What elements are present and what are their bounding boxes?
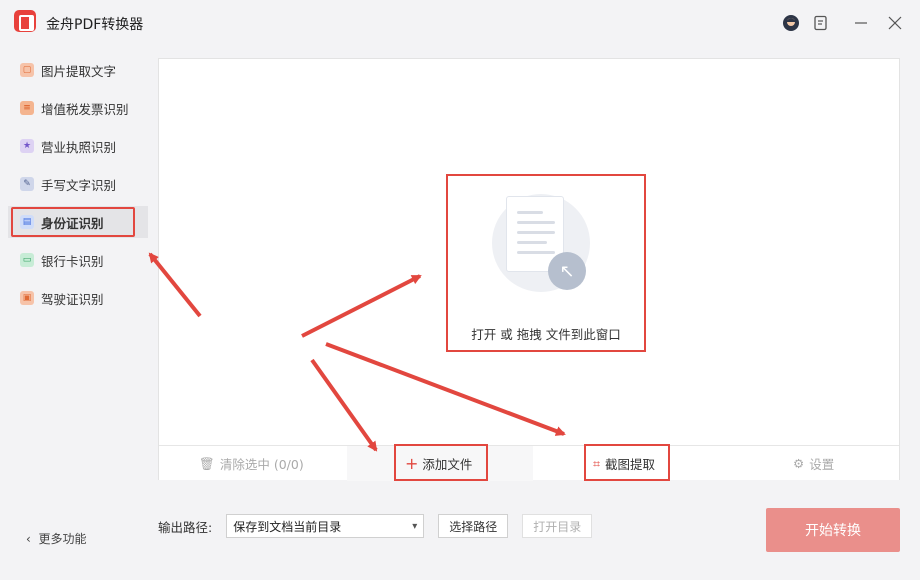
settings-label: 设置 (809, 457, 835, 472)
chevron-left-icon: ‹ (26, 532, 31, 546)
highlight-box (394, 444, 488, 481)
bank-card-icon: ▭ (20, 253, 34, 267)
sidebar-item-label: 手写文字识别 (41, 177, 117, 193)
license-star-icon: ★ (20, 139, 34, 153)
output-path-value: 保存到文档当前目录 (233, 519, 342, 534)
user-avatar-icon[interactable] (782, 14, 800, 32)
action-bar: 🗑 清除选中 (0/0) + 添加文件 ⌗ 截图提取 ⚙ 设置 (159, 444, 899, 481)
drop-zone[interactable]: ↖ 打开 或 拖拽 文件到此窗口 (446, 174, 646, 352)
file-panel[interactable]: ↖ 打开 或 拖拽 文件到此窗口 🗑 清除选中 (0/0) + 添加文件 ⌗ 截… (158, 58, 900, 481)
trash-icon: 🗑 (199, 455, 215, 471)
close-icon[interactable] (886, 14, 904, 32)
sidebar-item-handwriting[interactable]: ✎ 手写文字识别 (8, 168, 148, 200)
output-path-select[interactable]: 保存到文档当前目录 ▾ (226, 514, 425, 538)
upload-arrow-icon: ↖ (548, 252, 586, 290)
highlight-box (584, 444, 670, 481)
image-text-icon: ▢ (20, 63, 34, 77)
highlight-box (11, 207, 135, 237)
clear-selected-label: 清除选中 (0/0) (219, 457, 304, 472)
sidebar-item-label: 增值税发票识别 (41, 101, 129, 117)
sidebar-item-vat-invoice[interactable]: ≡ 增值税发票识别 (8, 92, 148, 124)
choose-path-button[interactable]: 选择路径 (438, 514, 509, 538)
app-logo-icon (14, 10, 36, 32)
sidebar: ▢ 图片提取文字 ≡ 增值税发票识别 ★ 营业执照识别 ✎ 手写文字识别 ▤ 身… (8, 54, 148, 320)
sidebar-item-driver-license[interactable]: ▣ 驾驶证识别 (8, 282, 148, 314)
open-folder-button[interactable]: 打开目录 (522, 514, 593, 538)
sidebar-item-business-license[interactable]: ★ 营业执照识别 (8, 130, 148, 162)
chevron-down-icon: ▾ (412, 520, 418, 532)
settings-button[interactable]: ⚙ 设置 (793, 446, 834, 481)
more-features-link[interactable]: ‹ 更多功能 (26, 530, 86, 547)
title-bar: 金舟PDF转换器 (0, 0, 920, 48)
output-path-row: 输出路径: 保存到文档当前目录 ▾ 选择路径 打开目录 (158, 514, 593, 538)
sidebar-item-label: 图片提取文字 (41, 63, 117, 79)
sidebar-item-id-card[interactable]: ▤ 身份证识别 (8, 206, 148, 238)
gear-icon: ⚙ (793, 456, 805, 471)
drop-zone-text: 打开 或 拖拽 文件到此窗口 (471, 327, 621, 342)
clear-selected-button[interactable]: 🗑 清除选中 (0/0) (199, 446, 304, 481)
app-title: 金舟PDF转换器 (46, 17, 144, 33)
sidebar-item-bank-card[interactable]: ▭ 银行卡识别 (8, 244, 148, 276)
feedback-icon[interactable] (812, 14, 830, 32)
start-convert-button[interactable]: 开始转换 (766, 508, 900, 552)
car-icon: ▣ (20, 291, 34, 305)
minimize-icon[interactable] (852, 14, 870, 32)
sidebar-item-label: 银行卡识别 (41, 253, 104, 269)
sidebar-item-label: 营业执照识别 (41, 139, 117, 155)
sidebar-item-label: 驾驶证识别 (41, 291, 104, 307)
invoice-icon: ≡ (20, 101, 34, 115)
more-features-label: 更多功能 (38, 532, 87, 546)
output-path-label: 输出路径: (158, 519, 213, 535)
pen-icon: ✎ (20, 177, 34, 191)
sidebar-item-image-text[interactable]: ▢ 图片提取文字 (8, 54, 148, 86)
